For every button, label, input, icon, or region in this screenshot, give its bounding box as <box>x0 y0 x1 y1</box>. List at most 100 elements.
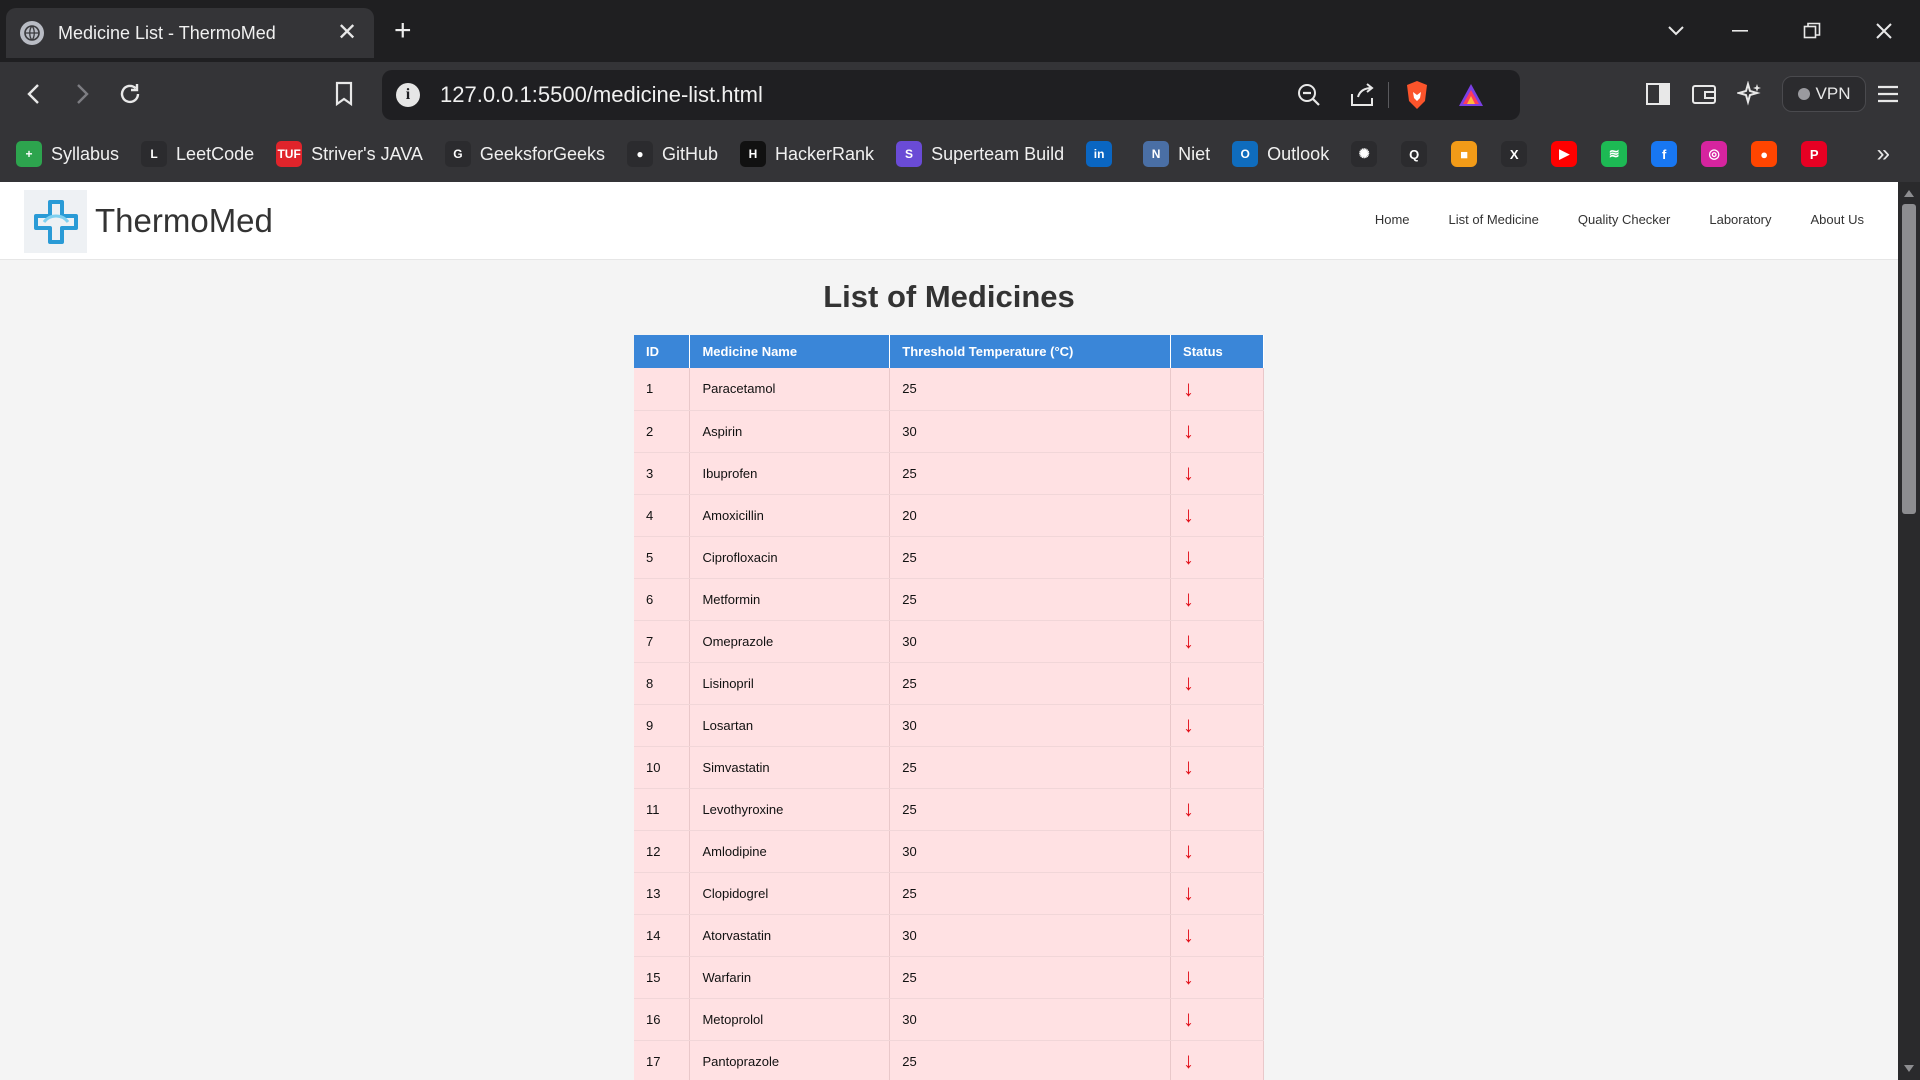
scrollbar-thumb[interactable] <box>1902 204 1916 514</box>
medicine-table-body: 1 Paracetamol 25 ↓ 2 Aspirin 30 ↓ 3 Ibuprofen 25 ↓ 4… <box>634 368 1264 1080</box>
bookmark-label: GeeksforGeeks <box>479 143 605 164</box>
tab-search-chevron-icon[interactable] <box>1654 14 1698 48</box>
bookmark-linkedin[interactable]: in <box>1086 141 1121 167</box>
bookmark-leetcode[interactable]: L LeetCode <box>141 141 254 167</box>
bookmark-outlook[interactable]: O Outlook <box>1232 141 1329 167</box>
vpn-button[interactable]: VPN <box>1782 76 1866 112</box>
status-down-arrow-icon: ↓ <box>1170 536 1264 579</box>
web-page: ThermoMed Home List of Medicine Quality … <box>0 182 1898 1080</box>
site-navbar: ThermoMed Home List of Medicine Quality … <box>0 182 1898 260</box>
column-header-threshold-temperature: Threshold Temperature (°C) <box>889 335 1172 368</box>
cell-id: 7 <box>634 620 691 663</box>
cell-id: 6 <box>634 578 691 621</box>
back-icon[interactable] <box>16 76 52 112</box>
bookmark-label: LeetCode <box>176 143 255 164</box>
menu-icon[interactable] <box>1870 76 1906 112</box>
cell-medicine-name: Ibuprofen <box>689 452 891 495</box>
reload-icon[interactable] <box>112 76 148 112</box>
cell-medicine-name: Levothyroxine <box>689 788 891 831</box>
bookmark-syllabus[interactable]: + Syllabus <box>16 141 119 167</box>
reddit-bookmark-icon[interactable]: ● <box>1751 141 1778 167</box>
vpn-label: VPN <box>1815 84 1851 103</box>
status-down-arrow-icon: ↓ <box>1170 956 1264 999</box>
bookmark-label: GitHub <box>661 143 719 164</box>
nav-about-us[interactable]: About Us <box>1811 212 1864 227</box>
status-down-arrow-icon: ↓ <box>1170 998 1264 1041</box>
wallet-icon[interactable] <box>1686 76 1722 112</box>
cell-threshold-temperature: 30 <box>889 620 1172 663</box>
chatgpt-bookmark-icon[interactable]: ✺ <box>1351 141 1378 167</box>
brave-rewards-icon[interactable] <box>1456 80 1486 110</box>
cell-id: 10 <box>634 746 691 789</box>
cell-id: 13 <box>634 872 691 915</box>
page-scrollbar[interactable] <box>1898 182 1920 1080</box>
cell-threshold-temperature: 30 <box>889 998 1172 1041</box>
more-bookmarks-icon[interactable]: » <box>1877 140 1890 168</box>
page-title: List of Medicines <box>823 279 1075 314</box>
minimize-icon[interactable] <box>1718 14 1762 48</box>
cell-id: 2 <box>634 410 691 453</box>
cell-threshold-temperature: 20 <box>889 494 1172 537</box>
instagram-bookmark-icon[interactable]: ◎ <box>1701 141 1728 167</box>
scroll-up-arrow-icon[interactable] <box>1904 190 1914 197</box>
bookmark-github[interactable]: ● GitHub <box>626 141 719 167</box>
close-tab-icon[interactable]: ✕ <box>334 21 360 45</box>
active-tab[interactable]: Medicine List - ThermoMed ✕ <box>6 8 374 58</box>
site-info-icon[interactable]: i <box>396 83 420 107</box>
nav-laboratory[interactable]: Laboratory <box>1709 212 1771 227</box>
x-bookmark-icon[interactable]: X <box>1501 141 1528 167</box>
restore-icon[interactable] <box>1790 14 1834 48</box>
bookmark-favicon-icon: + <box>16 141 42 167</box>
table-row: 4 Amoxicillin 20 ↓ <box>634 494 1264 537</box>
address-bar[interactable]: i 127.0.0.1:5500/medicine-list.html <box>382 70 1520 120</box>
table-row: 10 Simvastatin 25 ↓ <box>634 746 1264 789</box>
share-icon[interactable] <box>1348 80 1378 110</box>
leo-ai-icon[interactable] <box>1732 76 1768 112</box>
cell-threshold-temperature: 30 <box>889 704 1172 747</box>
forward-icon[interactable] <box>64 76 100 112</box>
square-bookmark-icon[interactable]: ■ <box>1451 141 1478 167</box>
bookmark-geeksforgeeks[interactable]: G GeeksforGeeks <box>444 141 605 167</box>
sidebar-icon[interactable] <box>1640 76 1676 112</box>
cell-medicine-name: Paracetamol <box>689 368 891 411</box>
cell-medicine-name: Metformin <box>689 578 891 621</box>
bookmark-hackerrank[interactable]: H HackerRank <box>740 141 874 167</box>
bookmark-page-icon[interactable] <box>326 76 362 112</box>
zoom-out-icon[interactable] <box>1294 80 1324 110</box>
bookmark-striver-s-java[interactable]: TUF Striver's JAVA <box>276 141 423 167</box>
youtube-bookmark-icon[interactable]: ▶ <box>1551 141 1578 167</box>
table-header-row: ID Medicine Name Threshold Temperature (… <box>634 335 1264 368</box>
table-row: 17 Pantoprazole 25 ↓ <box>634 1040 1264 1080</box>
url-text[interactable]: 127.0.0.1:5500/medicine-list.html <box>440 70 763 120</box>
cell-medicine-name: Aspirin <box>689 410 891 453</box>
brand-name[interactable]: ThermoMed <box>95 202 273 240</box>
nav-list-of-medicine[interactable]: List of Medicine <box>1449 212 1539 227</box>
table-row: 7 Omeprazole 30 ↓ <box>634 620 1264 663</box>
brave-shields-icon[interactable] <box>1402 80 1432 110</box>
cell-medicine-name: Warfarin <box>689 956 891 999</box>
thermomed-logo-icon[interactable] <box>24 190 87 253</box>
cell-threshold-temperature: 30 <box>889 830 1172 873</box>
quora-bookmark-icon[interactable]: Q <box>1401 141 1428 167</box>
table-row: 6 Metformin 25 ↓ <box>634 578 1264 621</box>
status-down-arrow-icon: ↓ <box>1170 368 1264 411</box>
pinterest-bookmark-icon[interactable]: P <box>1801 141 1828 167</box>
scroll-down-arrow-icon[interactable] <box>1904 1065 1914 1072</box>
table-row: 9 Losartan 30 ↓ <box>634 704 1264 747</box>
cell-threshold-temperature: 25 <box>889 1040 1172 1080</box>
close-window-icon[interactable] <box>1862 14 1906 48</box>
table-row: 12 Amlodipine 30 ↓ <box>634 830 1264 873</box>
spotify-bookmark-icon[interactable]: ≋ <box>1601 141 1628 167</box>
nav-home[interactable]: Home <box>1375 212 1410 227</box>
cell-id: 5 <box>634 536 691 579</box>
cell-threshold-temperature: 30 <box>889 410 1172 453</box>
facebook-bookmark-icon[interactable]: f <box>1651 141 1678 167</box>
new-tab-button[interactable]: + <box>394 16 412 46</box>
cell-threshold-temperature: 25 <box>889 452 1172 495</box>
bookmark-niet[interactable]: N Niet <box>1143 141 1210 167</box>
cell-medicine-name: Omeprazole <box>689 620 891 663</box>
column-header-status: Status <box>1170 335 1264 368</box>
nav-quality-checker[interactable]: Quality Checker <box>1578 212 1670 227</box>
bookmark-favicon-icon: N <box>1143 141 1170 167</box>
bookmark-superteam-build[interactable]: S Superteam Build <box>896 141 1064 167</box>
